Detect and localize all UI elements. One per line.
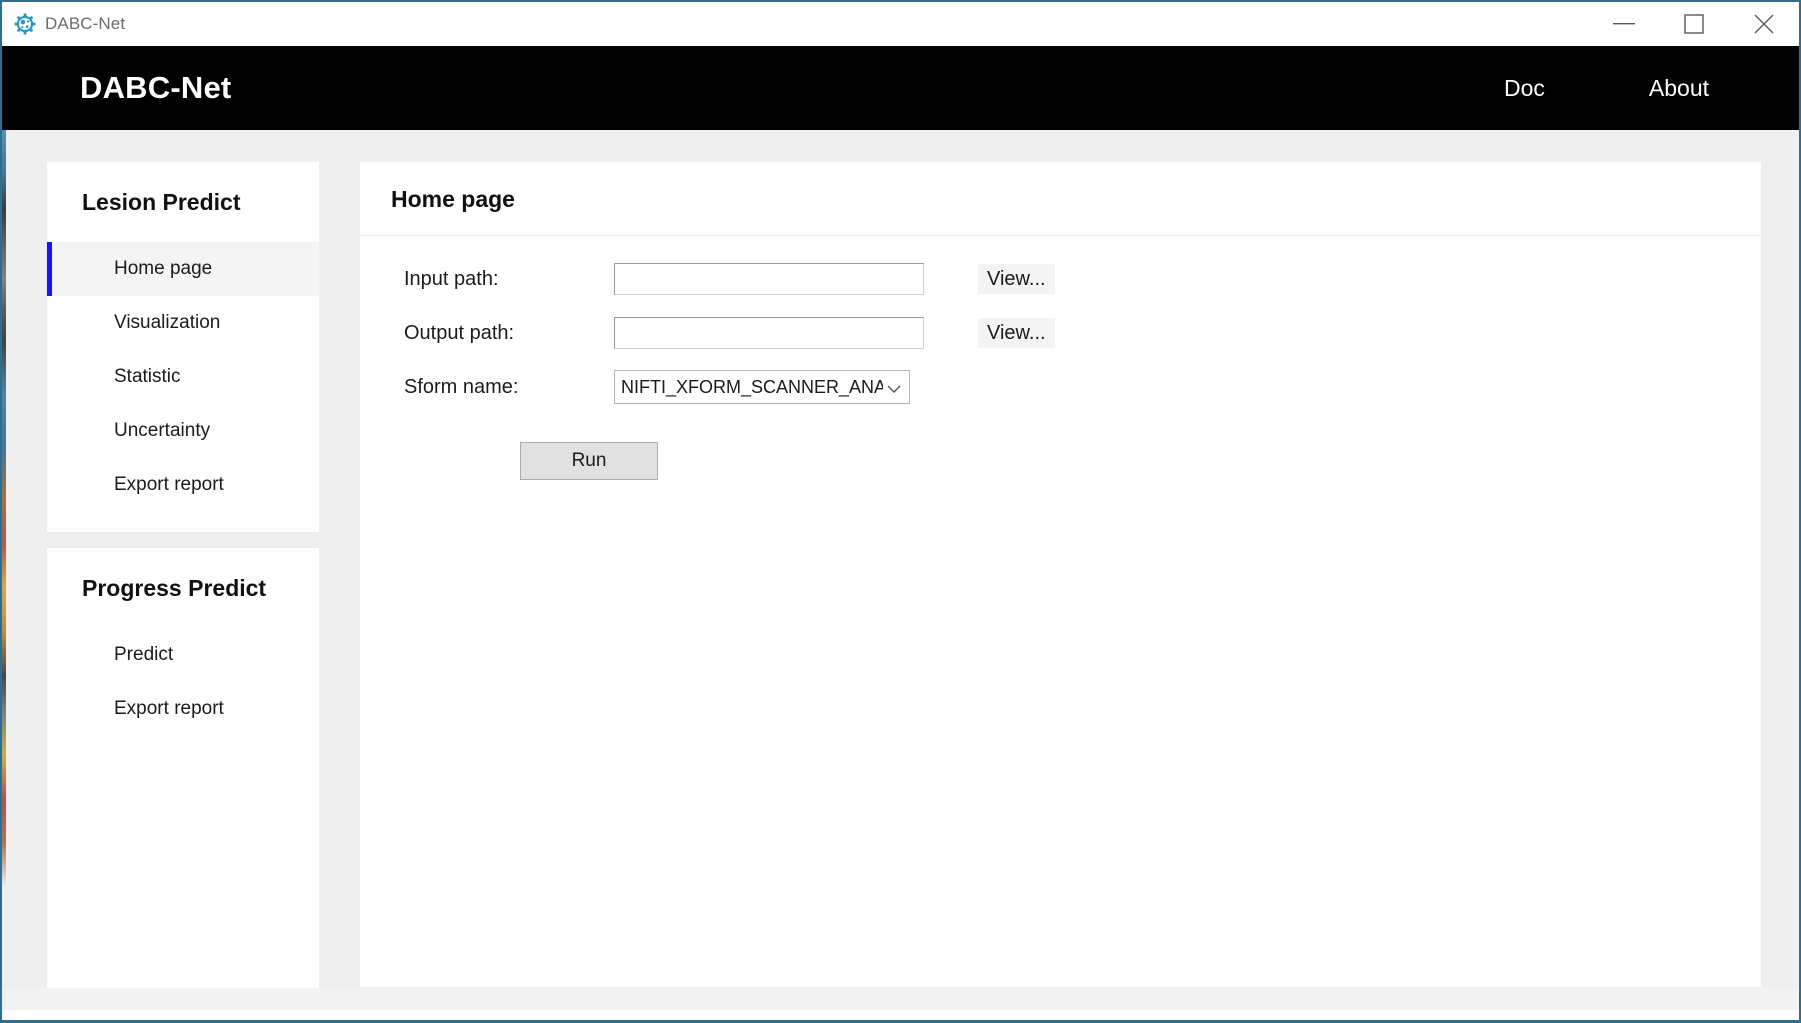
sidebar-item-label: Uncertainty	[114, 420, 211, 441]
sidebar-section-lesion-predict: Lesion Predict Home page Visualization S…	[47, 162, 319, 532]
input-path-label: Input path:	[404, 267, 499, 290]
page-body: Lesion Predict Home page Visualization S…	[2, 130, 1799, 1020]
sidebar-item-label: Export report	[114, 474, 224, 495]
maximize-icon	[1684, 14, 1704, 34]
window-title: DABC-Net	[45, 14, 126, 33]
sidebar-section-title-progress-predict: Progress Predict	[82, 575, 267, 601]
application-window: DABC-Net DABC-Net Doc About Lesion Predi…	[0, 0, 1801, 1023]
input-path-field[interactable]	[614, 263, 924, 295]
title-bar: DABC-Net	[2, 2, 1799, 46]
output-path-view-button[interactable]: View...	[978, 318, 1055, 348]
form-row-sform-name: Sform name: NIFTI_XFORM_SCANNER_ANAT	[404, 370, 1761, 404]
sidebar-item-uncertainty[interactable]: Uncertainty	[47, 404, 319, 458]
maximize-button[interactable]	[1659, 2, 1729, 46]
run-button[interactable]: Run	[520, 442, 658, 480]
sidebar-section-progress-predict: Progress Predict Predict Export report	[47, 548, 319, 1020]
main-content-card: Home page Input path: View... Output pat…	[360, 162, 1761, 987]
brand-logo: DABC-Net	[80, 70, 232, 105]
sidebar-item-label: Home page	[114, 258, 213, 279]
close-button[interactable]	[1729, 2, 1799, 46]
window-controls	[1589, 2, 1799, 46]
minimize-button[interactable]	[1589, 2, 1659, 46]
gear-virus-icon	[14, 13, 36, 35]
sidebar-item-export-report-lesion[interactable]: Export report	[47, 458, 319, 512]
sidebar-item-predict[interactable]: Predict	[47, 628, 319, 682]
form-row-run: Run	[404, 442, 1761, 480]
output-path-label: Output path:	[404, 321, 515, 344]
bottom-strip	[2, 988, 1799, 1010]
nav-links: Doc About	[1476, 46, 1799, 130]
sidebar-section-title-lesion-predict: Lesion Predict	[82, 189, 241, 215]
nav-link-about[interactable]: About	[1621, 75, 1737, 102]
sidebar-item-label: Predict	[114, 644, 174, 665]
sform-name-label: Sform name:	[404, 375, 519, 398]
sidebar-item-label: Visualization	[114, 312, 221, 333]
page-title: Home page	[360, 162, 1761, 236]
input-path-view-button[interactable]: View...	[978, 264, 1055, 294]
top-navbar: DABC-Net Doc About	[2, 46, 1799, 130]
nav-link-doc[interactable]: Doc	[1476, 75, 1573, 102]
minimize-icon	[1613, 23, 1635, 25]
sidebar-item-label: Export report	[114, 698, 224, 719]
sidebar: Lesion Predict Home page Visualization S…	[47, 162, 319, 1020]
home-page-form: Input path: View... Output path: View...…	[360, 236, 1761, 480]
sidebar-item-home-page[interactable]: Home page	[47, 242, 319, 296]
sform-select-wrapper: NIFTI_XFORM_SCANNER_ANAT	[614, 370, 910, 404]
form-row-output-path: Output path: View...	[404, 316, 1761, 350]
sidebar-divider	[47, 532, 319, 548]
sidebar-item-export-report-progress[interactable]: Export report	[47, 682, 319, 736]
form-row-input-path: Input path: View...	[404, 262, 1761, 296]
sidebar-item-visualization[interactable]: Visualization	[47, 296, 319, 350]
sidebar-item-statistic[interactable]: Statistic	[47, 350, 319, 404]
window-edge-artifact	[2, 130, 6, 1010]
output-path-field[interactable]	[614, 317, 924, 349]
close-icon	[1754, 14, 1774, 34]
sidebar-item-label: Statistic	[114, 366, 181, 387]
sform-name-select[interactable]: NIFTI_XFORM_SCANNER_ANAT	[614, 370, 910, 404]
